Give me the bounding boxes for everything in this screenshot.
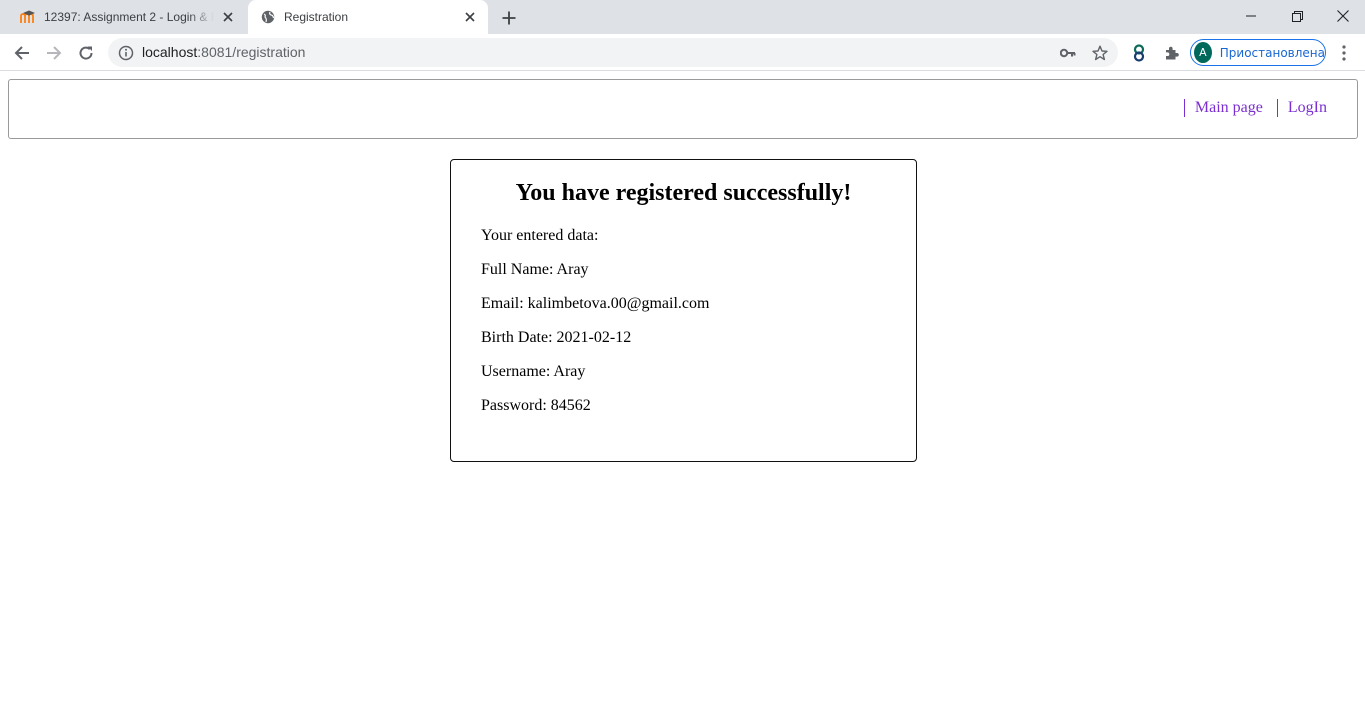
email-value: Email: kalimbetova.00@gmail.com <box>481 295 710 312</box>
header-nav: Main page LogIn <box>1170 99 1327 117</box>
tab-title: 12397: Assignment 2 - Login & Re <box>44 10 214 24</box>
url-host: localhost <box>142 44 198 60</box>
tab-title: Registration <box>284 10 349 24</box>
profile-status-label: Приостановлена <box>1219 45 1325 60</box>
browser-toolbar: localhost:8081/registration A Приостанов… <box>0 34 1365 71</box>
globe-icon <box>260 9 276 25</box>
entered-data-intro: Your entered data: <box>481 227 599 244</box>
tab-registration[interactable]: Registration <box>248 0 488 34</box>
minimize-button[interactable] <box>1228 0 1274 32</box>
extensions-puzzle-icon[interactable] <box>1161 42 1183 64</box>
address-bar[interactable]: localhost:8081/registration <box>108 38 1118 67</box>
moodle-icon <box>20 9 36 25</box>
extension-icon[interactable] <box>1128 42 1150 64</box>
password-value: Password: 84562 <box>481 397 591 414</box>
username-value: Username: Aray <box>481 363 586 380</box>
avatar: A <box>1194 42 1212 63</box>
close-tab-icon[interactable] <box>462 9 478 25</box>
full-name-value: Full Name: Aray <box>481 261 589 278</box>
url-text[interactable]: localhost:8081/registration <box>142 44 305 60</box>
tab-strip: 12397: Assignment 2 - Login & Re Registr… <box>0 0 1365 34</box>
main-page-link[interactable]: Main page <box>1183 99 1263 117</box>
site-info-icon[interactable] <box>118 45 134 61</box>
back-button[interactable] <box>8 39 36 67</box>
reload-button[interactable] <box>72 39 100 67</box>
restore-button[interactable] <box>1274 0 1320 32</box>
birth-date-value: Birth Date: 2021-02-12 <box>481 329 632 346</box>
url-path: :8081/registration <box>197 44 306 60</box>
site-header: Main page LogIn <box>8 79 1358 139</box>
new-tab-button[interactable] <box>498 7 520 29</box>
registration-success-card: You have registered successfully! Your e… <box>450 159 917 462</box>
key-icon[interactable] <box>1059 44 1077 62</box>
close-window-button[interactable] <box>1320 0 1365 32</box>
kebab-menu-icon[interactable] <box>1334 42 1354 64</box>
login-link[interactable]: LogIn <box>1276 99 1327 117</box>
profile-button[interactable]: A Приостановлена <box>1190 39 1326 66</box>
close-tab-icon[interactable] <box>220 9 236 25</box>
tab-assignment[interactable]: 12397: Assignment 2 - Login & Re <box>8 0 246 34</box>
success-title: You have registered successfully! <box>515 180 852 206</box>
bookmark-star-icon[interactable] <box>1091 44 1109 62</box>
forward-button[interactable] <box>40 39 68 67</box>
